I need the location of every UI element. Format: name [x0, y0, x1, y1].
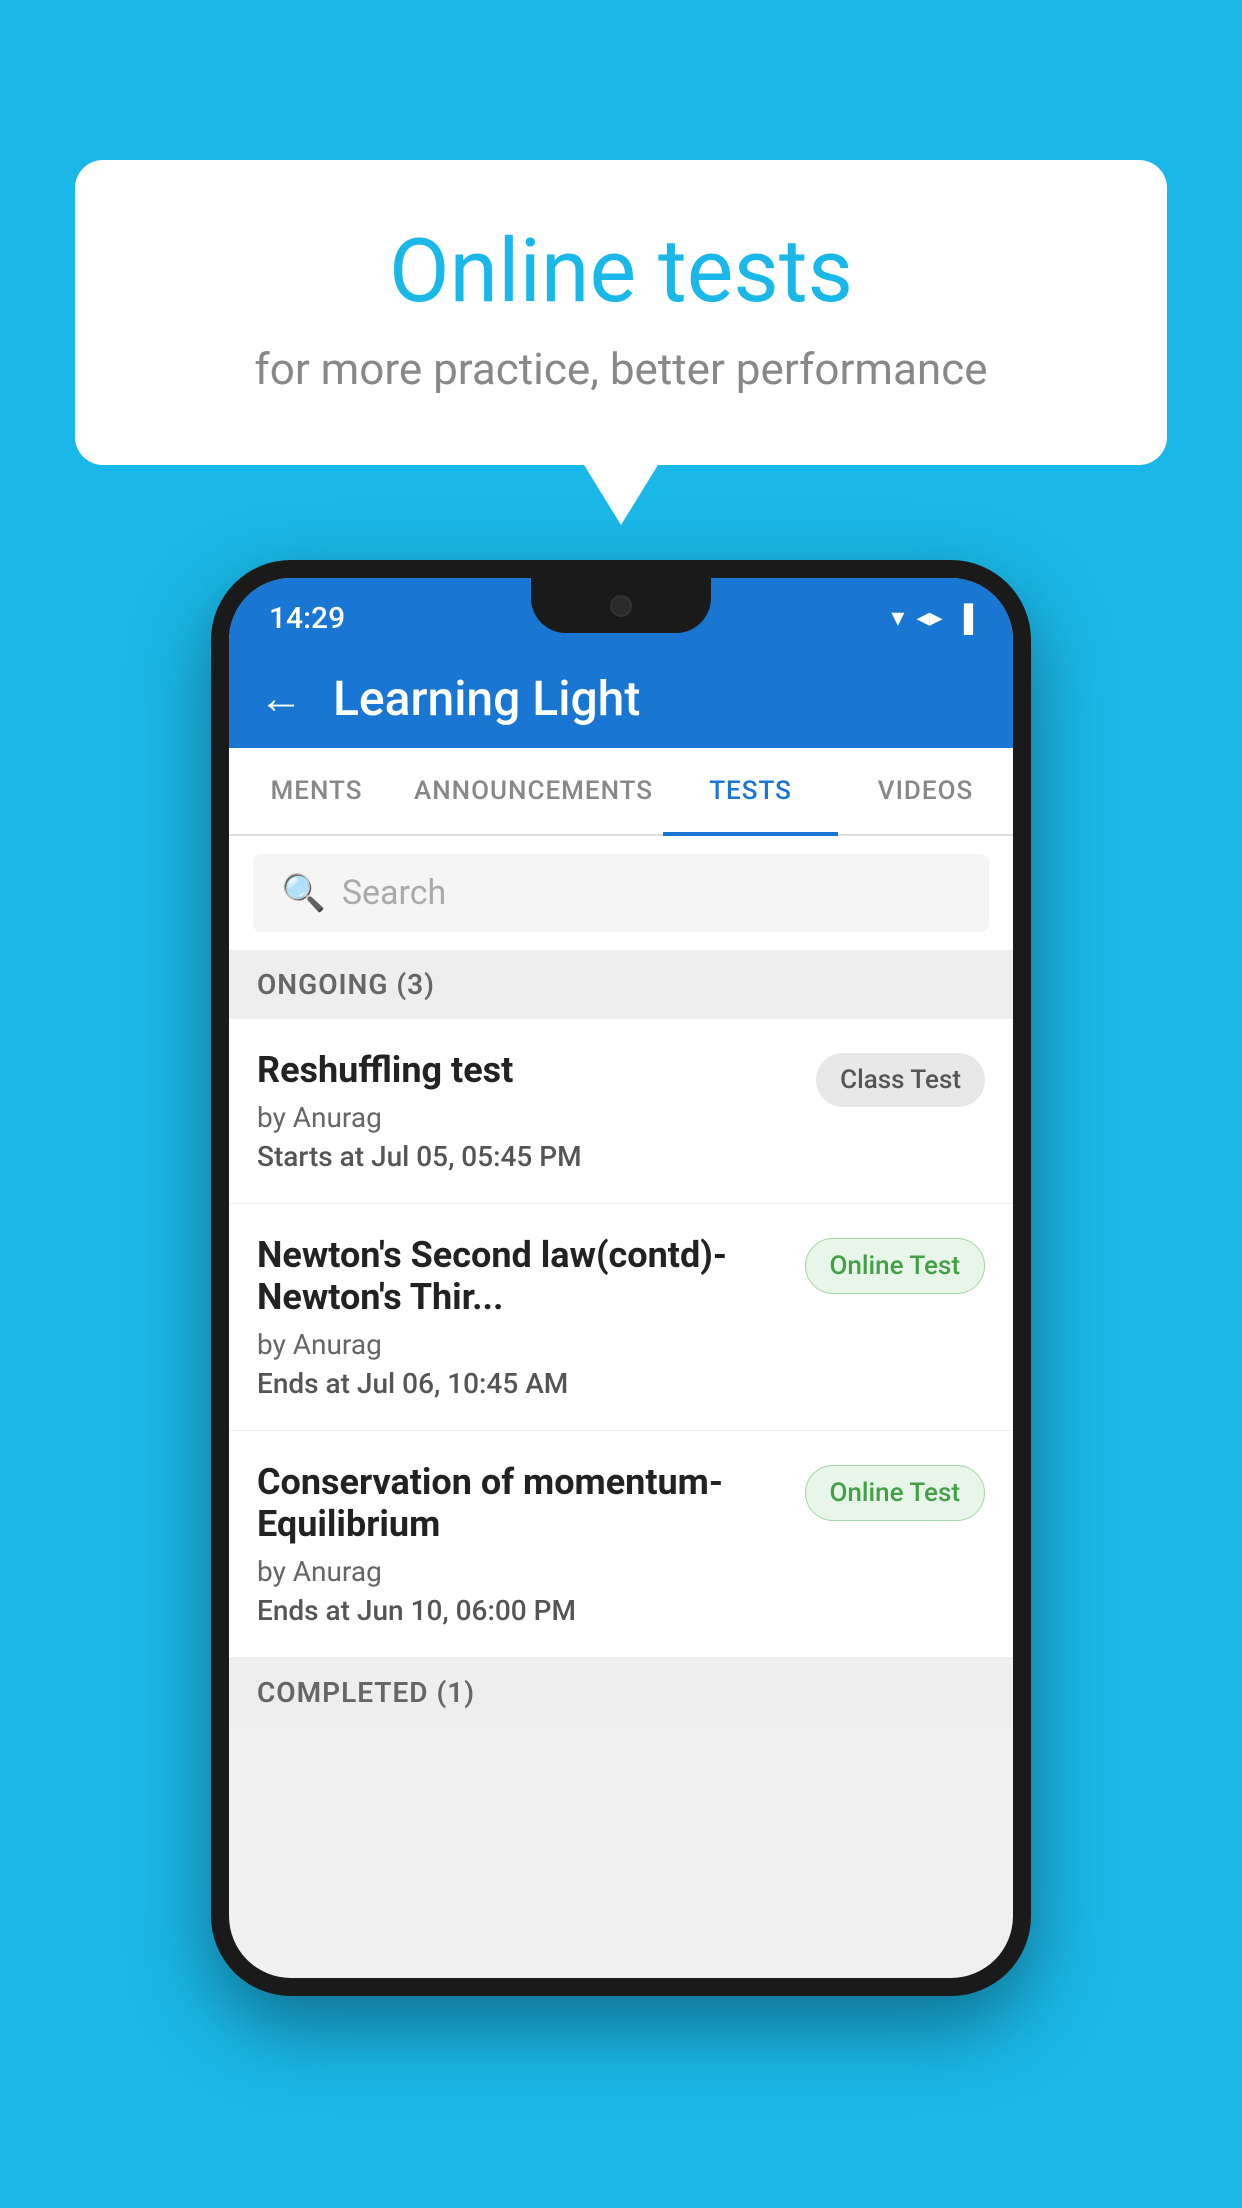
tab-ments[interactable]: MENTS — [229, 748, 404, 834]
tabs-bar: MENTS ANNOUNCEMENTS TESTS VIDEOS — [229, 748, 1013, 836]
test-author-reshuffling: by Anurag — [257, 1101, 800, 1134]
test-time-reshuffling: Starts at Jul 05, 05:45 PM — [257, 1140, 800, 1173]
status-time: 14:29 — [269, 601, 345, 636]
test-time-conservation: Ends at Jun 10, 06:00 PM — [257, 1594, 789, 1627]
search-icon: 🔍 — [281, 872, 326, 914]
tab-announcements[interactable]: ANNOUNCEMENTS — [404, 748, 663, 834]
badge-online-test-conservation: Online Test — [805, 1465, 986, 1521]
search-placeholder: Search — [342, 873, 446, 913]
test-author-newton: by Anurag — [257, 1328, 789, 1361]
test-item-conservation[interactable]: Conservation of momentum-Equilibrium by … — [229, 1431, 1013, 1658]
app-title: Learning Light — [333, 670, 640, 727]
back-button[interactable]: ← — [259, 672, 303, 724]
section-completed-header: COMPLETED (1) — [229, 1658, 1013, 1727]
search-container: 🔍 Search — [229, 836, 1013, 950]
test-name-conservation: Conservation of momentum-Equilibrium — [257, 1461, 789, 1545]
test-info-reshuffling: Reshuffling test by Anurag Starts at Jul… — [257, 1049, 800, 1173]
phone-frame: 14:29 ▾ ◂▸ ▐ ← Learning Light MENTS ANNO… — [211, 560, 1031, 1996]
test-time-newton: Ends at Jul 06, 10:45 AM — [257, 1367, 789, 1400]
test-name-reshuffling: Reshuffling test — [257, 1049, 800, 1091]
badge-class-test: Class Test — [816, 1053, 985, 1107]
battery-icon: ▐ — [955, 603, 973, 634]
section-ongoing-header: ONGOING (3) — [229, 950, 1013, 1019]
phone-notch — [531, 578, 711, 633]
tab-tests[interactable]: TESTS — [663, 748, 838, 834]
test-info-conservation: Conservation of momentum-Equilibrium by … — [257, 1461, 789, 1627]
wifi-icon: ▾ — [891, 603, 904, 633]
bubble-subtitle: for more practice, better performance — [145, 343, 1097, 395]
test-author-conservation: by Anurag — [257, 1555, 789, 1588]
speech-bubble: Online tests for more practice, better p… — [75, 160, 1167, 465]
phone-wrapper: 14:29 ▾ ◂▸ ▐ ← Learning Light MENTS ANNO… — [211, 560, 1031, 1996]
phone-camera — [610, 595, 632, 617]
app-bar: ← Learning Light — [229, 648, 1013, 748]
test-info-newton: Newton's Second law(contd)-Newton's Thir… — [257, 1234, 789, 1400]
test-name-newton: Newton's Second law(contd)-Newton's Thir… — [257, 1234, 789, 1318]
test-item-reshuffling[interactable]: Reshuffling test by Anurag Starts at Jul… — [229, 1019, 1013, 1204]
search-box[interactable]: 🔍 Search — [253, 854, 989, 932]
phone-screen: 14:29 ▾ ◂▸ ▐ ← Learning Light MENTS ANNO… — [229, 578, 1013, 1978]
status-icons: ▾ ◂▸ ▐ — [891, 603, 973, 634]
bubble-title: Online tests — [145, 220, 1097, 323]
badge-online-test-newton: Online Test — [805, 1238, 986, 1294]
test-item-newton[interactable]: Newton's Second law(contd)-Newton's Thir… — [229, 1204, 1013, 1431]
signal-icon: ◂▸ — [916, 603, 942, 633]
tab-videos[interactable]: VIDEOS — [838, 748, 1013, 834]
